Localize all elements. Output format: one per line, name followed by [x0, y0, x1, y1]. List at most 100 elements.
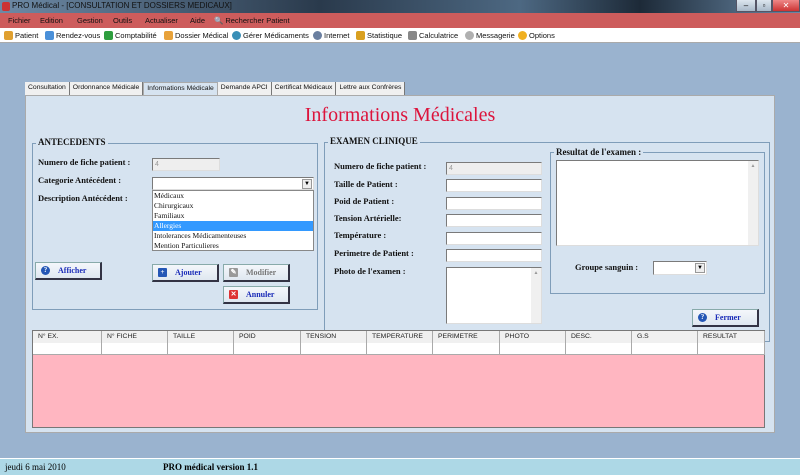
scrollbar[interactable]: ▲: [748, 161, 758, 245]
option-mention[interactable]: Mention Particulieres: [153, 241, 313, 251]
poid-input[interactable]: [446, 197, 542, 210]
table-cell[interactable]: [168, 343, 234, 355]
scrollbar[interactable]: ▲: [531, 268, 541, 323]
chevron-down-icon[interactable]: ▼: [695, 263, 705, 273]
antecedents-legend: ANTECEDENTS: [36, 137, 108, 147]
photo-label: Photo de l'examen :: [334, 266, 406, 276]
status-bar: jeudi 6 mai 2010 PRO médical version 1.1: [0, 458, 800, 475]
menu-fichier[interactable]: Fichier: [8, 16, 31, 25]
option-medicaux[interactable]: Médicaux: [153, 191, 313, 201]
categorie-dropdown-list[interactable]: Médicaux Chirurgicaux Familiaux Allergie…: [152, 190, 314, 251]
perimetre-input[interactable]: [446, 249, 542, 262]
table-cell[interactable]: [433, 343, 500, 355]
ajouter-button[interactable]: + Ajouter: [152, 264, 219, 282]
column-header[interactable]: PERIMETRE: [433, 331, 500, 343]
menu-edition[interactable]: Edition: [40, 16, 63, 25]
temperature-label: Température :: [334, 230, 387, 240]
column-header[interactable]: TEMPERATURE: [367, 331, 433, 343]
toolbar-gerer-medicaments[interactable]: Gérer Médicaments: [232, 31, 309, 40]
edit-icon: ✎: [229, 268, 238, 277]
tab-informations-medicale[interactable]: Informations Médicale: [143, 82, 218, 95]
menu-gestion[interactable]: Gestion: [77, 16, 103, 25]
temperature-input[interactable]: [446, 232, 542, 245]
app-icon: [2, 2, 10, 11]
perimetre-label: Perimetre de Patient :: [334, 248, 414, 258]
tab-lettre[interactable]: Lettre aux Confrères: [336, 82, 406, 95]
close-button[interactable]: ✕: [772, 0, 800, 12]
examen-legend: EXAMEN CLINIQUE: [328, 136, 420, 146]
fiche-input[interactable]: 4: [152, 158, 220, 171]
column-header[interactable]: TAILLE: [168, 331, 234, 343]
menu-actualiser[interactable]: Actualiser: [145, 16, 178, 25]
table-cell[interactable]: [632, 343, 698, 355]
star-icon: [518, 31, 527, 40]
table-cell[interactable]: [301, 343, 367, 355]
plus-icon: +: [158, 268, 167, 277]
tab-demande-apci[interactable]: Demande APCI: [217, 82, 272, 95]
tab-ordonnance[interactable]: Ordonnance Médicale: [69, 82, 144, 95]
search-icon: 🔍: [214, 16, 224, 25]
maximize-button[interactable]: ▫: [756, 0, 772, 12]
toolbar-comptabilite[interactable]: Comptabilité: [104, 31, 157, 40]
taille-input[interactable]: [446, 179, 542, 192]
toolbar-options[interactable]: Options: [518, 31, 555, 40]
tension-input[interactable]: [446, 214, 542, 227]
exam-fiche-label: Numero de fiche patient :: [334, 161, 427, 171]
column-header[interactable]: RESULTAT: [698, 331, 765, 343]
option-allergies[interactable]: Allergies: [153, 221, 313, 231]
exam-fiche-input[interactable]: 4: [446, 162, 542, 175]
title-bar: PRO Médical - [CONSULTATION ET DOSSIERS …: [0, 0, 800, 13]
toolbar-rendez-vous[interactable]: Rendez-vous: [45, 31, 100, 40]
globe-icon: [313, 31, 322, 40]
column-header[interactable]: TENSION: [301, 331, 367, 343]
taille-label: Taille de Patient :: [334, 179, 398, 189]
toolbar-statistique[interactable]: Statistique: [356, 31, 402, 40]
toolbar-patient[interactable]: Patient: [4, 31, 38, 40]
cancel-icon: ✕: [229, 290, 238, 299]
column-header[interactable]: POID: [234, 331, 301, 343]
photo-textarea[interactable]: ▲: [446, 267, 542, 324]
calendar-icon: [45, 31, 54, 40]
fiche-label: Numero de fiche patient :: [38, 157, 131, 167]
table-cell[interactable]: [698, 343, 765, 355]
help-icon: ?: [41, 266, 50, 275]
toolbar: Patient Rendez-vous Comptabilité Dossier…: [0, 28, 800, 43]
table-cell[interactable]: [33, 343, 102, 355]
table-cell[interactable]: [566, 343, 632, 355]
minimize-button[interactable]: –: [736, 0, 756, 12]
annuler-button[interactable]: ✕ Annuler: [223, 286, 290, 304]
resultat-textarea[interactable]: ▲: [556, 160, 759, 246]
option-intolerances[interactable]: Intolerances Médicamenteuses: [153, 231, 313, 241]
table-cell[interactable]: [102, 343, 168, 355]
tab-consultation[interactable]: Consultation: [25, 82, 70, 95]
column-header[interactable]: N° EX.: [33, 331, 102, 343]
groupe-sanguin-label: Groupe sanguin :: [575, 262, 639, 272]
groupe-sanguin-select[interactable]: ▼: [653, 261, 707, 275]
column-header[interactable]: DESC.: [566, 331, 632, 343]
table-cell[interactable]: [234, 343, 301, 355]
table-cell[interactable]: [367, 343, 433, 355]
categorie-label: Categorie Antécédent :: [38, 175, 122, 185]
status-date: jeudi 6 mai 2010: [5, 462, 66, 472]
modifier-button[interactable]: ✎ Modifier: [223, 264, 290, 282]
option-familiaux[interactable]: Familiaux: [153, 211, 313, 221]
tab-certificat[interactable]: Certificat Médicaux: [271, 82, 337, 95]
menu-rechercher-patient[interactable]: 🔍 Rechercher Patient: [214, 16, 290, 25]
examens-table[interactable]: N° EX. N° FICHE TAILLE POID TENSION TEMPERATU…: [32, 330, 765, 428]
table-cell[interactable]: [500, 343, 566, 355]
column-header[interactable]: PHOTO: [500, 331, 566, 343]
menu-aide[interactable]: Aide: [190, 16, 205, 25]
afficher-button[interactable]: ? Afficher: [35, 262, 102, 280]
option-chirurgicaux[interactable]: Chirurgicaux: [153, 201, 313, 211]
toolbar-internet[interactable]: Internet: [313, 31, 349, 40]
fermer-button[interactable]: ? Fermer: [692, 309, 759, 327]
toolbar-dossier-medical[interactable]: Dossier Médical: [164, 31, 228, 40]
tension-label: Tension Artérielle:: [334, 213, 402, 223]
column-header[interactable]: N° FICHE: [102, 331, 168, 343]
categorie-select[interactable]: ▼: [152, 177, 314, 190]
menu-outils[interactable]: Outils: [113, 16, 132, 25]
column-header[interactable]: G.S: [632, 331, 698, 343]
toolbar-calculatrice[interactable]: Calculatrice: [408, 31, 458, 40]
chevron-down-icon[interactable]: ▼: [302, 179, 312, 189]
toolbar-messagerie[interactable]: Messagerie: [465, 31, 515, 40]
